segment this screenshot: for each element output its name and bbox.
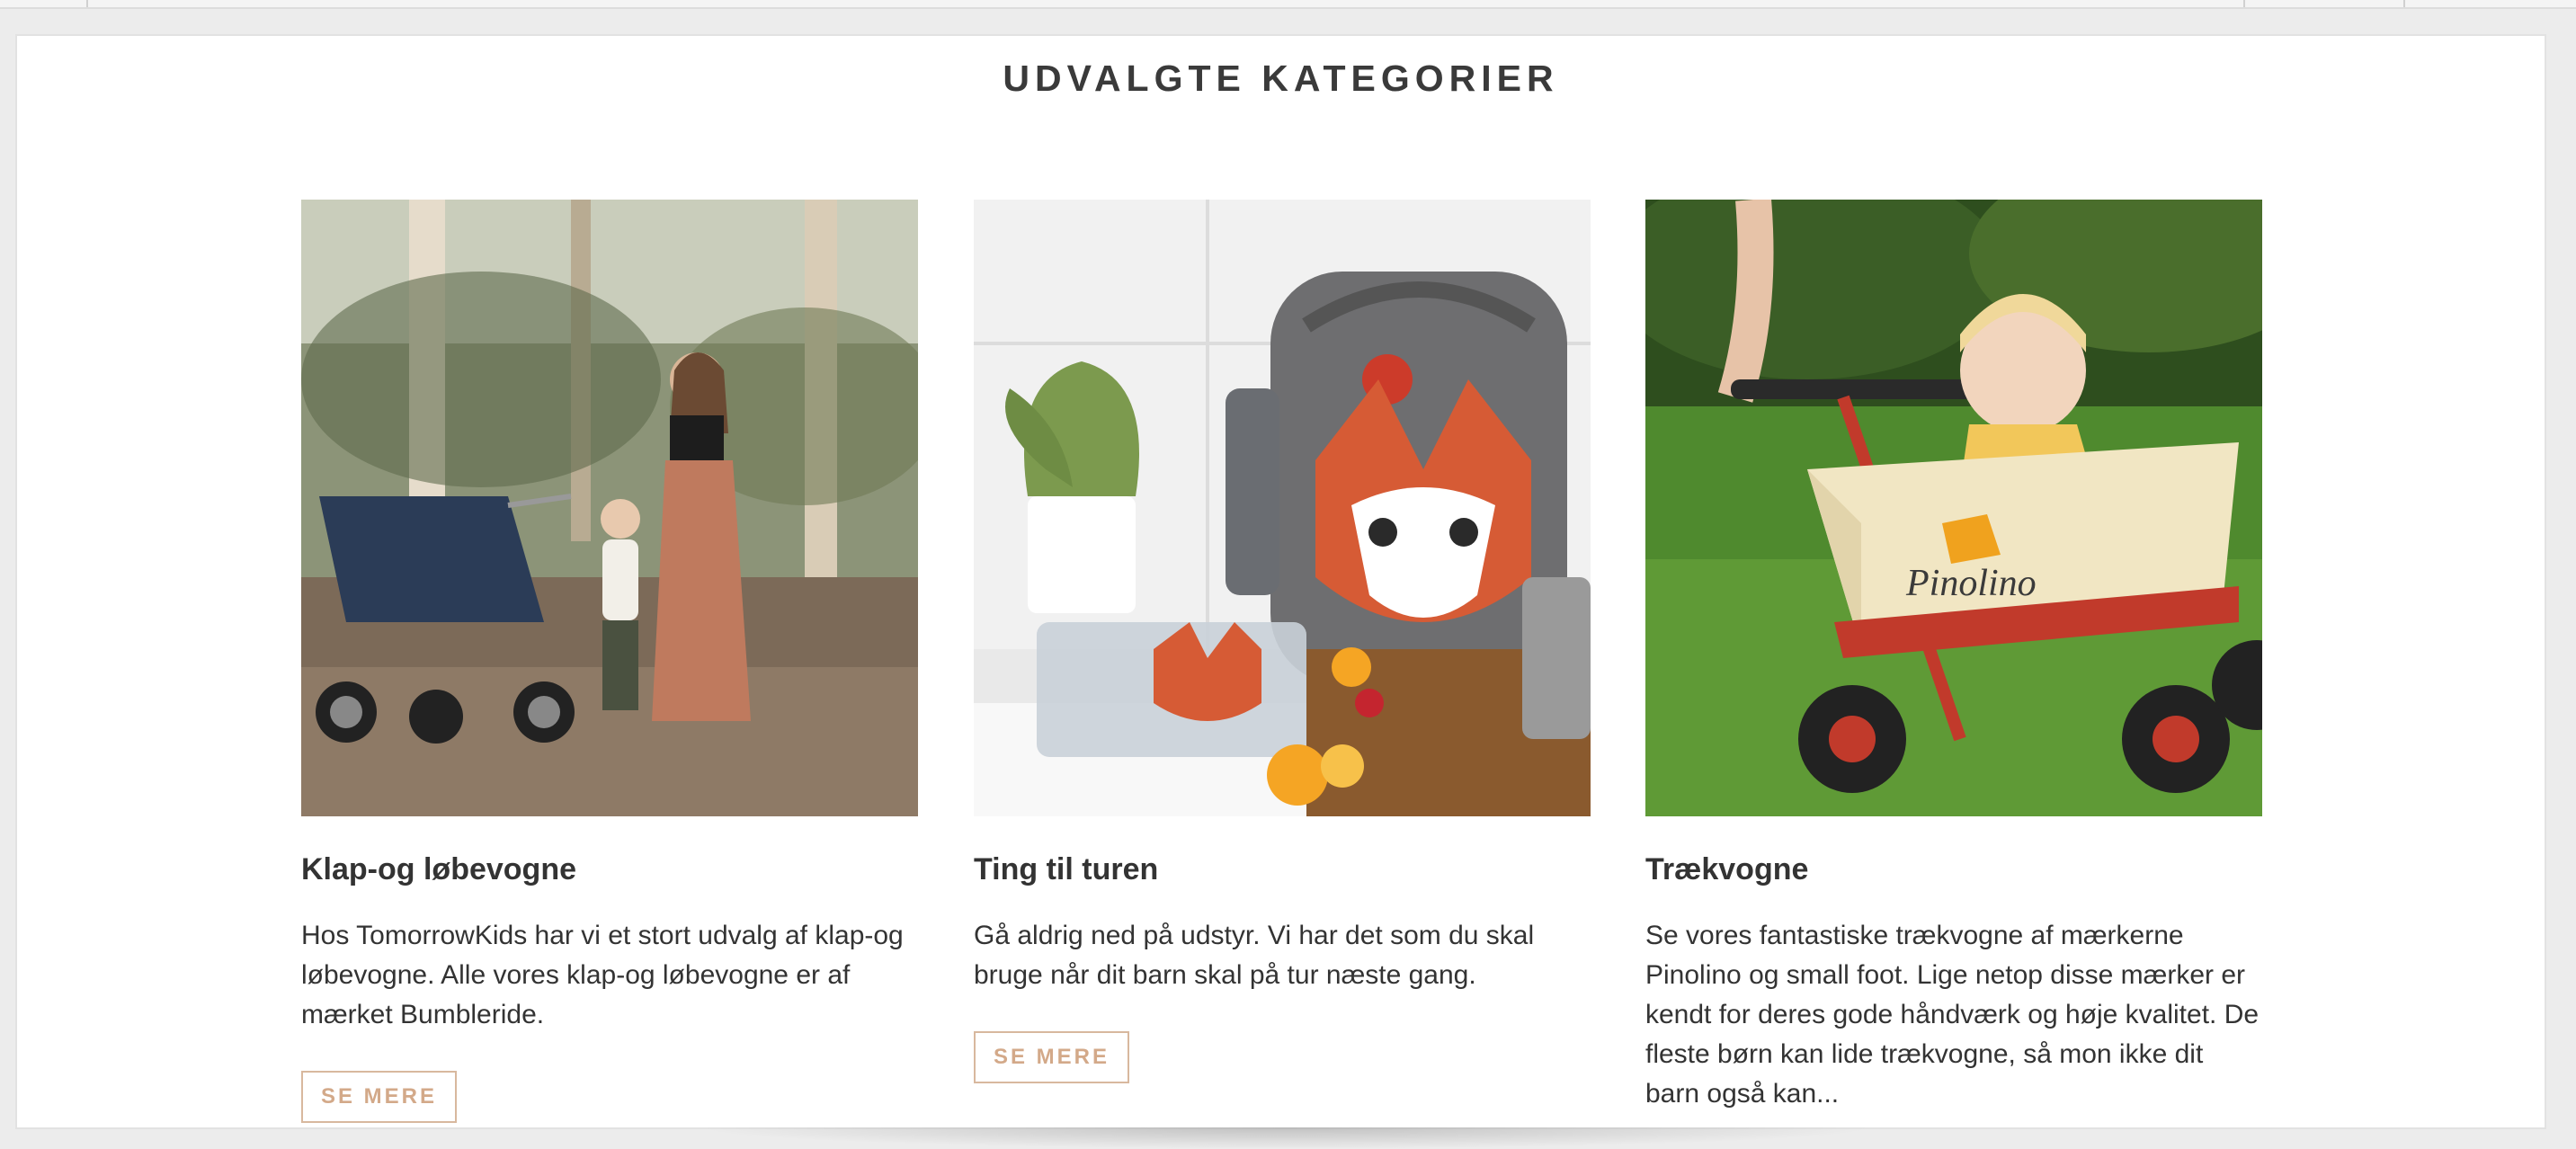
divider	[86, 0, 88, 7]
brand-logo-text: Pinolino	[1905, 563, 2037, 604]
overlay-shadow	[692, 1127, 1879, 1149]
category-image-strollers[interactable]	[301, 200, 918, 816]
see-more-button[interactable]: SE MERE	[974, 1031, 1130, 1083]
section-title: UDVALGTE KATEGORIER	[1003, 58, 1559, 99]
wagon-photo-icon: Pinolino	[1645, 200, 2262, 816]
category-image-wagons[interactable]: Pinolino	[1645, 200, 2262, 816]
divider	[2243, 0, 2245, 7]
see-more-button[interactable]: SE MERE	[301, 1071, 458, 1123]
stroller-photo-icon	[301, 200, 918, 816]
category-image-trip-gear[interactable]	[974, 200, 1591, 816]
category-card-strollers: Klap-og løbevogne Hos TomorrowKids har v…	[301, 200, 918, 1123]
category-title: Trækvogne	[1645, 852, 1809, 886]
fox-backpack-photo-icon	[974, 200, 1591, 816]
divider	[2403, 0, 2405, 7]
category-description: Gå aldrig ned på udstyr. Vi har det som …	[974, 921, 1535, 990]
category-card-wagons: Pinolino Trækvogne Se vores fantastiske …	[1645, 200, 2262, 1114]
category-title: Klap-og løbevogne	[301, 852, 576, 886]
browser-top-strip	[0, 0, 2576, 9]
category-description: Se vores fantastiske trækvogne af mærker…	[1645, 921, 2260, 1109]
category-card-trip-gear: Ting til turen Gå aldrig ned på udstyr. …	[974, 200, 1591, 1083]
category-description: Hos TomorrowKids har vi et stort udvalg …	[301, 921, 904, 1029]
category-title: Ting til turen	[974, 852, 1159, 886]
featured-categories-section: UDVALGTE KATEGORIER Klap-og løbevogne Ho…	[15, 34, 2546, 1129]
